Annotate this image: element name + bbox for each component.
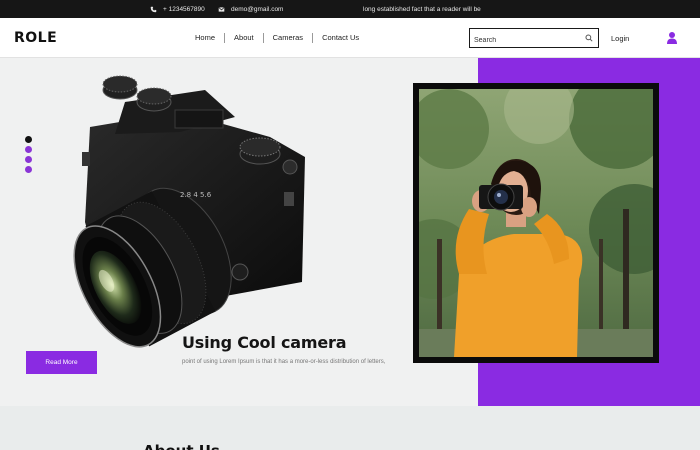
camera-image: 2.8 4 5.6 (73, 75, 305, 348)
mail-icon (218, 6, 225, 12)
phone-contact[interactable]: + 1234567890 (150, 0, 205, 18)
photographer-image (419, 89, 653, 357)
nav-contact-us[interactable]: Contact Us (312, 33, 368, 43)
nav-cameras[interactable]: Cameras (262, 33, 312, 43)
search-input[interactable] (470, 32, 580, 49)
phone-icon (150, 6, 157, 12)
search-box (469, 28, 599, 49)
read-more-button[interactable]: Read More (26, 351, 97, 374)
phone-number: + 1234567890 (163, 5, 205, 13)
about-section: About Us (0, 406, 700, 450)
logo[interactable]: ROLE (14, 30, 57, 46)
hero-section: 2.8 4 5.6 Using Cool camera point of usi… (0, 58, 700, 406)
hero-description: point of using Lorem Ipsum is that it ha… (182, 359, 386, 365)
main-header: ROLE Home About Cameras Contact Us Login (0, 18, 700, 58)
user-icon[interactable] (666, 31, 678, 45)
nav-home[interactable]: Home (188, 33, 224, 43)
login-link[interactable]: Login (611, 34, 629, 43)
main-nav: Home About Cameras Contact Us (188, 18, 368, 58)
email-address: demo@gmail.com (231, 5, 284, 13)
topbar-tagline: long established fact that a reader will… (363, 0, 481, 18)
hero-title: Using Cool camera (182, 333, 347, 352)
photo-frame (413, 83, 659, 363)
svg-text:2.8 4 5.6: 2.8 4 5.6 (180, 191, 212, 199)
email-contact[interactable]: demo@gmail.com (218, 0, 283, 18)
about-title: About Us (143, 442, 220, 450)
top-bar: + 1234567890 demo@gmail.com long establi… (0, 0, 700, 18)
search-icon[interactable] (585, 34, 593, 42)
tagline-text: long established fact that a reader will… (363, 5, 481, 13)
nav-about[interactable]: About (224, 33, 263, 43)
